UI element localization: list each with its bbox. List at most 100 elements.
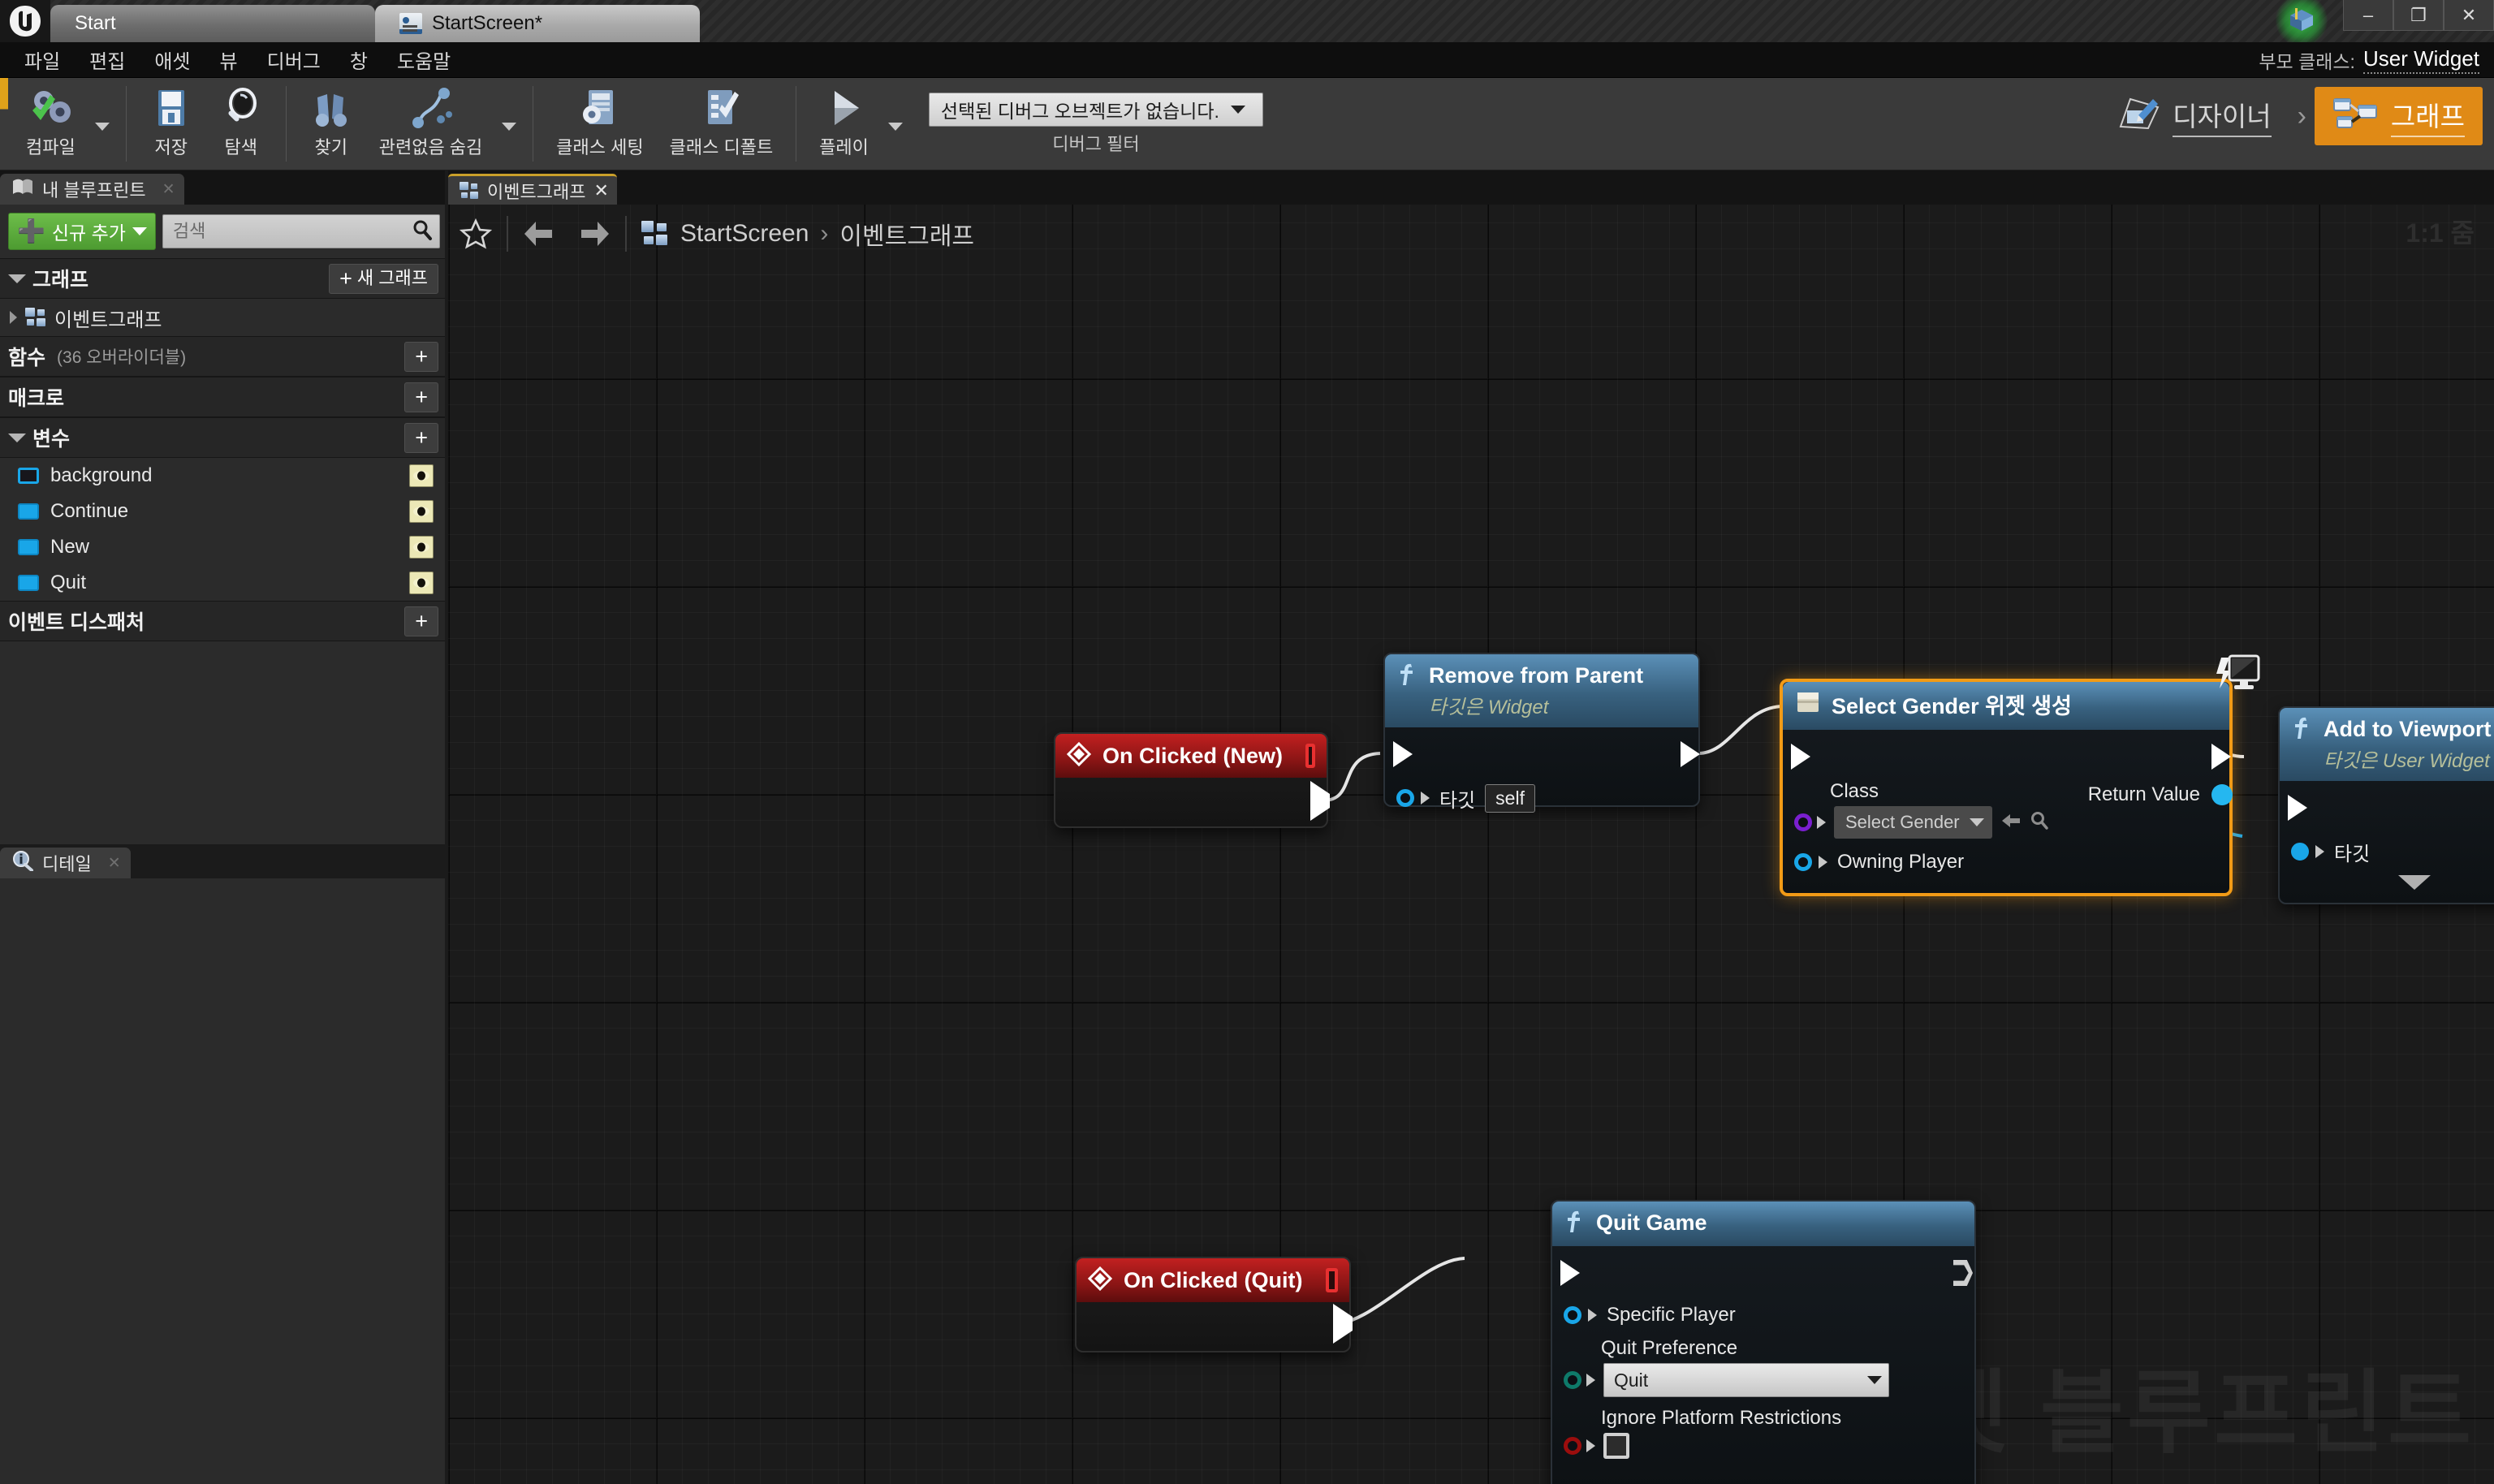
target-pin-row: 타깃 self (1385, 779, 1698, 817)
blueprint-status-badge[interactable] (2272, 0, 2332, 46)
compile-button[interactable]: 컴파일 (13, 78, 88, 170)
exec-output-pin[interactable] (1310, 781, 1330, 821)
tab-details-label: 디테일 (42, 854, 92, 874)
exec-input-pin[interactable] (1791, 744, 1810, 770)
event-delegate-pin[interactable] (1325, 1268, 1338, 1292)
exec-output-pin[interactable] (1953, 1260, 1973, 1286)
hide-unrelated-dropdown-button[interactable] (495, 122, 523, 131)
target-input-pin[interactable] (2291, 843, 2309, 861)
variable-row-background[interactable]: background (0, 458, 445, 494)
owning-player-input-pin[interactable] (1794, 853, 1812, 871)
section-event-dispatchers-header[interactable]: 이벤트 디스패처 + (0, 601, 445, 641)
add-variable-button[interactable]: + (404, 422, 438, 453)
class-defaults-button[interactable]: 클래스 디폴트 (657, 78, 787, 170)
exec-output-pin[interactable] (2211, 744, 2231, 770)
target-input-pin[interactable] (1396, 789, 1414, 807)
project-tab[interactable]: Start (50, 5, 375, 42)
target-value[interactable]: self (1485, 783, 1535, 813)
close-icon[interactable]: ✕ (108, 854, 121, 873)
close-button[interactable]: ✕ (2444, 0, 2494, 31)
new-graph-button[interactable]: + 새 그래프 (329, 263, 438, 294)
navigate-back-button[interactable] (511, 220, 567, 248)
variable-visibility-toggle[interactable] (409, 464, 434, 487)
variable-visibility-toggle[interactable] (409, 536, 434, 559)
menu-item-debug[interactable]: 디버그 (252, 41, 335, 78)
section-macros-header[interactable]: 매크로 + (0, 377, 445, 417)
mode-designer-button[interactable]: 디자이너 (2099, 86, 2289, 146)
node-on-clicked-quit[interactable]: On Clicked (Quit) (1075, 1257, 1353, 1352)
section-graphs-header[interactable]: 그래프 + 새 그래프 (0, 258, 445, 299)
ignore-platform-checkbox[interactable] (1603, 1433, 1629, 1459)
class-dropdown[interactable]: Select Gender (1834, 806, 1992, 839)
bookmark-button[interactable] (448, 218, 503, 249)
variable-visibility-toggle[interactable] (409, 572, 434, 594)
exec-input-pin[interactable] (1560, 1260, 1580, 1286)
add-new-button[interactable]: ➕ 신규 추가 (8, 213, 156, 250)
save-button[interactable]: 저장 (136, 78, 206, 170)
menu-item-edit[interactable]: 편집 (75, 41, 140, 78)
node-add-to-viewport[interactable]: Add to Viewport 타깃은 User Widget 타깃 (2278, 706, 2494, 904)
debug-object-select[interactable]: 선택된 디버그 오브젝트가 없습니다. (928, 92, 1263, 127)
class-input-pin[interactable] (1794, 813, 1812, 831)
breadcrumb-current[interactable]: 이벤트그래프 (839, 216, 974, 252)
quit-preference-dropdown[interactable]: Quit (1603, 1363, 1889, 1397)
minimize-button[interactable]: – (2343, 0, 2393, 31)
exec-output-pin[interactable] (1681, 741, 1700, 767)
hide-unrelated-button[interactable]: 관련없음 숨김 (366, 78, 496, 170)
ignore-platform-input-pin[interactable] (1564, 1437, 1581, 1455)
exec-input-pin[interactable] (1393, 741, 1413, 767)
section-functions-header[interactable]: 함수 (36 오버라이더블) + (0, 336, 445, 377)
navigate-forward-button[interactable] (567, 220, 622, 248)
compile-dropdown-button[interactable] (88, 122, 116, 131)
breadcrumb-root[interactable]: StartScreen (680, 220, 809, 248)
close-icon[interactable]: ✕ (162, 180, 175, 199)
tab-event-graph[interactable]: 이벤트그래프 ✕ (448, 174, 617, 205)
add-event-dispatcher-button[interactable]: + (404, 606, 438, 636)
tab-my-blueprint[interactable]: 내 블루프린트 ✕ (0, 174, 185, 205)
close-icon[interactable]: ✕ (593, 180, 608, 201)
add-function-button[interactable]: + (404, 341, 438, 372)
graph-item-event-graph[interactable]: 이벤트그래프 (0, 299, 445, 336)
exec-output-pin[interactable] (1333, 1304, 1353, 1344)
event-delegate-pin[interactable] (1305, 744, 1315, 768)
menu-item-file[interactable]: 파일 (10, 41, 75, 78)
browse-asset-icon[interactable] (2030, 811, 2049, 835)
node-remove-from-parent[interactable]: Remove from Parent 타깃은 Widget 타깃 self (1383, 653, 1700, 813)
event-graph-canvas[interactable]: 위젯 블루프린트 On Clicked (New) Remove from Pa… (448, 170, 2494, 1484)
search-input[interactable] (172, 221, 407, 242)
node-quit-game[interactable]: Quit Game Specific Player Quit Preferenc… (1551, 1200, 1976, 1484)
use-selected-asset-icon[interactable] (2000, 812, 2022, 834)
mode-graph-button[interactable]: 그래프 (2314, 87, 2483, 145)
node-create-select-gender-widget[interactable]: Select Gender 위젯 생성 Class Select Gender … (1780, 654, 2260, 896)
menu-item-view[interactable]: 뷰 (205, 41, 252, 78)
tab-details[interactable]: 디테일 ✕ (0, 848, 131, 878)
section-variables-header[interactable]: 변수 + (0, 417, 445, 458)
expand-node-button[interactable] (2398, 875, 2431, 890)
menu-item-window[interactable]: 창 (335, 41, 382, 78)
asset-tab-startscreen[interactable]: StartScreen* (375, 5, 700, 42)
search-box[interactable] (162, 214, 440, 248)
find-button[interactable]: 찾기 (296, 78, 366, 170)
toolbar-group-asset: 저장 탐색 (132, 78, 281, 170)
quit-preference-input-pin[interactable] (1564, 1371, 1581, 1389)
add-macro-button[interactable]: + (404, 382, 438, 412)
menu-item-asset[interactable]: 애셋 (140, 41, 205, 78)
specific-player-input-pin[interactable] (1564, 1306, 1581, 1324)
variable-row-quit[interactable]: Quit (0, 565, 445, 601)
play-dropdown-button[interactable] (882, 122, 909, 131)
exec-input-pin[interactable] (2288, 795, 2307, 821)
variable-label: background (50, 464, 153, 486)
node-body (1055, 778, 1330, 826)
return-value-output-pin[interactable] (2211, 784, 2233, 805)
variable-row-continue[interactable]: Continue (0, 494, 445, 529)
variable-visibility-toggle[interactable] (409, 500, 434, 523)
menu-item-help[interactable]: 도움말 (382, 41, 465, 78)
play-button[interactable]: 플레이 (806, 78, 882, 170)
class-settings-button[interactable]: 클래스 세팅 (543, 78, 656, 170)
add-new-label: 신규 추가 (51, 222, 126, 244)
variable-row-new[interactable]: New (0, 529, 445, 565)
browse-button[interactable]: 탐색 (206, 78, 276, 170)
maximize-button[interactable]: ❐ (2393, 0, 2444, 31)
parent-class-value[interactable]: User Widget (2362, 46, 2479, 74)
node-on-clicked-new[interactable]: On Clicked (New) (1054, 732, 1330, 828)
